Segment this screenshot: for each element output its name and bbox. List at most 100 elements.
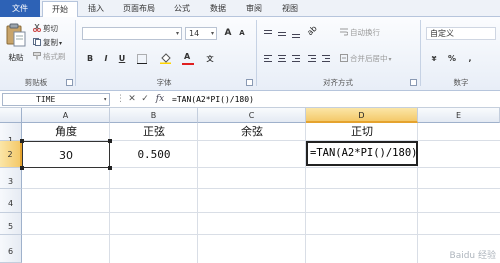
cell-d1[interactable]: 正切	[306, 123, 418, 141]
group-separator	[256, 20, 257, 86]
tab-view[interactable]: 视图	[276, 1, 304, 17]
borders-button[interactable]	[136, 53, 148, 65]
font-dialog-launcher[interactable]	[246, 79, 253, 86]
name-box-value: TIME	[36, 95, 56, 104]
insert-function-button[interactable]: fx	[152, 93, 168, 106]
tab-data[interactable]: 数据	[204, 1, 232, 17]
tab-insert[interactable]: 插入	[82, 1, 110, 17]
column-header-e[interactable]: E	[418, 108, 500, 123]
confirm-entry-button[interactable]: ✓	[139, 93, 151, 106]
increase-indent-button[interactable]	[320, 53, 332, 65]
row-header-5[interactable]: 5	[0, 213, 22, 235]
cell-d2-formula: =TAN(A2*PI()/180)	[310, 147, 418, 159]
format-painter-label: 格式刷	[43, 52, 66, 61]
ribbon: 粘贴 剪切 复制▾ 格式刷 剪贴板 ▾ 14 ▾ A A B I U A 文 字体…	[0, 17, 500, 91]
row-header-1[interactable]: 1	[0, 123, 22, 145]
row-header-2[interactable]: 2	[0, 141, 22, 168]
worksheet-grid: A B C D E 1 2 3 4 5 6 角度 正弦 余弦 正切 30 0.5…	[0, 108, 500, 263]
cell-d2-editor[interactable]: =TAN(A2*PI()/180)	[306, 141, 418, 166]
ribbon-tab-bar: 文件 开始 插入 页面布局 公式 数据 审阅 视图	[0, 0, 500, 18]
column-header-d[interactable]: D	[306, 108, 418, 123]
cancel-entry-button[interactable]: ✕	[126, 93, 138, 106]
tab-page-layout[interactable]: 页面布局	[116, 1, 162, 17]
align-left-button[interactable]	[262, 53, 274, 65]
alignment-dialog-launcher[interactable]	[410, 79, 417, 86]
cut-label: 剪切	[43, 24, 58, 33]
font-size-combo[interactable]: 14 ▾	[185, 27, 217, 40]
formula-input[interactable]: =TAN(A2*PI()/180)	[172, 93, 254, 106]
underline-button[interactable]: U	[116, 53, 128, 65]
merge-cells-icon	[340, 54, 348, 62]
paste-button[interactable]: 粘贴	[4, 20, 28, 68]
bold-button[interactable]: B	[84, 53, 96, 65]
row-header-4[interactable]: 4	[0, 189, 22, 213]
borders-icon	[137, 54, 147, 64]
merge-center-label: 合并后居中	[350, 54, 388, 63]
group-separator	[420, 20, 421, 86]
gridline	[22, 212, 500, 213]
formula-bar-grip: ⋮	[116, 94, 125, 104]
number-group-label: 数字	[453, 78, 469, 87]
number-format-combo[interactable]: 自定义	[426, 27, 496, 40]
copy-button[interactable]: 复制▾	[33, 37, 62, 49]
align-top-button[interactable]	[262, 27, 274, 39]
cell-a1[interactable]: 角度	[22, 123, 110, 141]
phonetic-button[interactable]: 文	[204, 53, 216, 65]
select-all-corner[interactable]	[0, 108, 22, 123]
font-color-button[interactable]: A	[182, 52, 194, 65]
cell-c1[interactable]: 余弦	[198, 123, 306, 141]
align-center-button[interactable]	[276, 53, 288, 65]
reference-handle	[108, 139, 112, 143]
paste-icon	[6, 23, 26, 47]
font-group-label: 字体	[156, 78, 172, 87]
copy-icon	[33, 38, 41, 46]
shrink-font-button[interactable]: A	[236, 27, 248, 39]
alignment-group-label: 对齐方式	[323, 78, 353, 87]
reference-handle	[20, 166, 24, 170]
cell-a2[interactable]: 30	[22, 141, 110, 168]
copy-label: 复制	[43, 38, 58, 47]
comma-style-button[interactable]: ,	[464, 53, 476, 65]
paint-bucket-icon	[160, 53, 171, 64]
row-header-3[interactable]: 3	[0, 168, 22, 189]
chevron-down-icon: ▾	[103, 96, 107, 103]
wrap-text-label: 自动换行	[350, 28, 380, 37]
wrap-text-button[interactable]: 自动换行	[340, 27, 380, 39]
cell-b1[interactable]: 正弦	[110, 123, 198, 141]
merge-center-button[interactable]: 合并后居中▾	[340, 53, 392, 65]
tab-review[interactable]: 审阅	[240, 1, 268, 17]
align-bottom-button[interactable]	[290, 27, 302, 39]
align-middle-button[interactable]	[276, 27, 288, 39]
align-right-button[interactable]	[290, 53, 302, 65]
row-header-6[interactable]: 6	[0, 235, 22, 263]
column-header-a[interactable]: A	[22, 108, 110, 123]
font-size-value: 14	[189, 29, 200, 38]
reference-handle	[20, 139, 24, 143]
scissors-icon	[33, 23, 41, 32]
percent-format-button[interactable]: %	[446, 53, 458, 65]
reference-handle	[108, 166, 112, 170]
tab-home[interactable]: 开始	[42, 1, 78, 18]
column-header-b[interactable]: B	[110, 108, 198, 123]
currency-format-button[interactable]: ¥	[428, 53, 440, 65]
tab-formulas[interactable]: 公式	[168, 1, 196, 17]
wrap-text-icon	[340, 28, 349, 36]
number-format-value: 自定义	[430, 29, 454, 38]
formula-bar: TIME ▾ ⋮ ✕ ✓ fx =TAN(A2*PI()/180)	[0, 91, 500, 108]
grow-font-button[interactable]: A	[222, 27, 234, 39]
column-header-c[interactable]: C	[198, 108, 306, 123]
cell-b2[interactable]: 0.500	[110, 141, 198, 168]
cut-button[interactable]: 剪切	[33, 23, 58, 35]
tab-file[interactable]: 文件	[0, 0, 40, 17]
watermark-logo: Baidu 经验	[449, 251, 496, 261]
orientation-button[interactable]: ab	[305, 24, 318, 39]
name-box[interactable]: TIME ▾	[2, 93, 110, 106]
clipboard-group-label: 剪贴板	[24, 78, 48, 87]
format-painter-button[interactable]: 格式刷	[33, 51, 66, 63]
font-name-combo[interactable]: ▾	[82, 27, 182, 40]
fill-color-button[interactable]	[160, 53, 172, 65]
fx-label: fx	[155, 94, 165, 104]
decrease-indent-button[interactable]	[306, 53, 318, 65]
italic-button[interactable]: I	[100, 53, 112, 65]
clipboard-dialog-launcher[interactable]	[66, 79, 73, 86]
